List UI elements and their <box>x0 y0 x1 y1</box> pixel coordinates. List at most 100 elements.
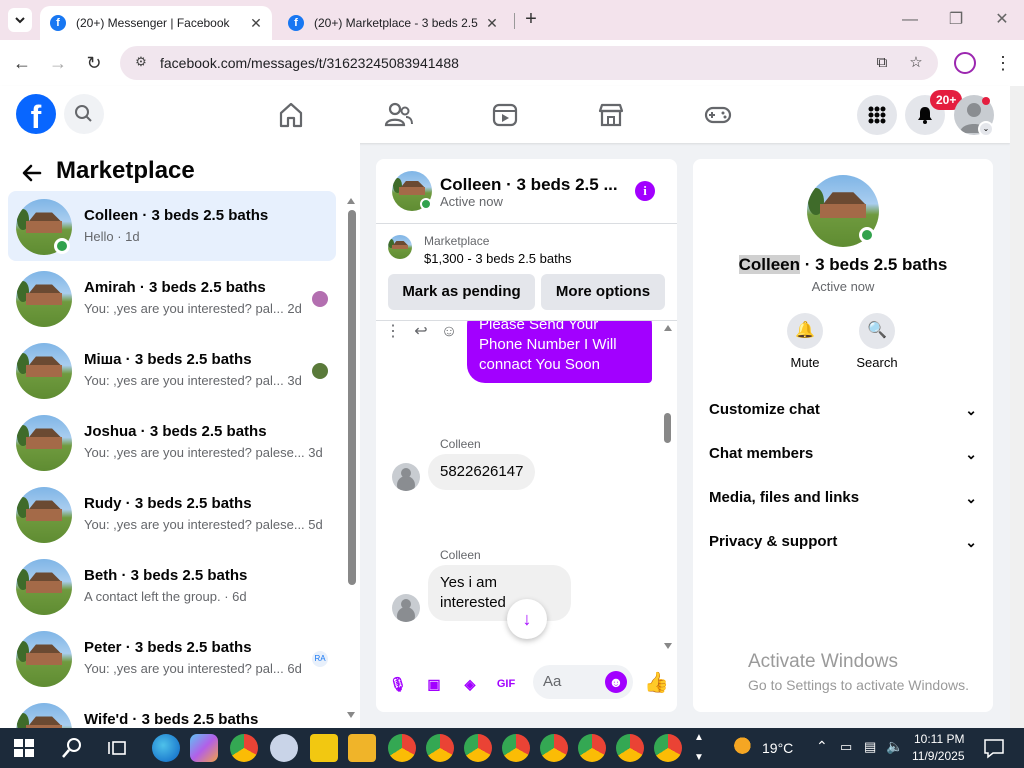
clock-date[interactable]: 11/9/2025 <box>912 749 965 763</box>
message-scrollbar[interactable] <box>664 325 674 649</box>
network-icon[interactable]: ▤ <box>864 739 876 755</box>
page-scrollbar[interactable] <box>1010 86 1024 728</box>
minimize-button[interactable]: — <box>896 8 924 32</box>
gif-icon[interactable]: GIF <box>495 673 517 695</box>
gaming-icon[interactable] <box>701 98 735 132</box>
scrollbar-thumb[interactable] <box>664 413 671 443</box>
weather-temp[interactable]: 19°C <box>762 740 793 756</box>
emoji-icon[interactable]: ☻ <box>605 671 627 693</box>
chrome-profile-icon[interactable] <box>388 734 416 762</box>
search-icon[interactable] <box>58 734 86 762</box>
conversation-name: Міша · 3 beds 2.5 baths <box>84 351 252 368</box>
weather-icon[interactable] <box>728 736 752 760</box>
tab-search-button[interactable] <box>8 8 32 32</box>
chrome-profile-icon[interactable] <box>426 734 454 762</box>
windows-start-icon[interactable] <box>10 734 38 762</box>
conversation-item[interactable]: Joshua · 3 beds 2.5 baths You: ,yes are … <box>8 407 336 477</box>
listing-thumbnail[interactable] <box>388 235 412 259</box>
new-tab-button[interactable]: + <box>520 8 542 32</box>
react-icon[interactable]: ☺ <box>440 323 458 341</box>
tab-close-icon[interactable]: ✕ <box>246 15 266 32</box>
chrome-profile-icon[interactable] <box>616 734 644 762</box>
bookmark-star-icon[interactable]: ☆ <box>904 51 928 75</box>
conversation-item[interactable]: Beth · 3 beds 2.5 baths A contact left t… <box>8 551 336 621</box>
copilot-icon[interactable] <box>190 734 218 762</box>
volume-icon[interactable]: 🔈 <box>886 738 903 755</box>
back-arrow-icon[interactable] <box>20 161 44 185</box>
conversation-item[interactable]: Amirah · 3 beds 2.5 baths You: ,yes are … <box>8 263 336 333</box>
reload-button[interactable]: ↻ <box>81 50 107 76</box>
scrollbar-thumb[interactable] <box>348 210 356 585</box>
conversation-item[interactable]: Colleen · 3 beds 2.5 baths Hello · 1d <box>8 191 336 261</box>
file-explorer-icon[interactable] <box>348 734 376 762</box>
incoming-message[interactable]: 5822626147 <box>428 454 536 490</box>
watch-icon[interactable] <box>488 98 522 132</box>
chrome-profile-icon[interactable] <box>502 734 530 762</box>
marketplace-icon[interactable] <box>594 98 628 132</box>
sticker-icon[interactable]: ◈ <box>459 673 481 695</box>
edge-icon[interactable] <box>152 734 180 762</box>
search-button[interactable] <box>64 94 104 134</box>
url-text[interactable]: facebook.com/messages/t/3162324508394148… <box>160 55 870 71</box>
conversation-item[interactable]: Міша · 3 beds 2.5 baths You: ,yes are yo… <box>8 335 336 405</box>
mark-as-pending-button[interactable]: Mark as pending <box>388 274 535 310</box>
tab-close-icon[interactable]: ✕ <box>482 15 502 32</box>
clock-time[interactable]: 10:11 PM <box>914 732 964 746</box>
chrome-profile-icon[interactable] <box>654 734 682 762</box>
scroll-up-arrow[interactable] <box>347 198 355 204</box>
tab-marketplace[interactable]: f (20+) Marketplace - 3 beds 2.5 ✕ <box>278 6 508 40</box>
sticky-notes-icon[interactable] <box>310 734 338 762</box>
scroll-to-bottom-button[interactable]: ↓ <box>507 599 547 639</box>
more-icon[interactable]: ⋮ <box>384 323 402 341</box>
friends-icon[interactable] <box>381 98 415 132</box>
facebook-logo-icon[interactable]: f <box>16 94 56 135</box>
restore-button[interactable]: ❐ <box>942 8 970 32</box>
paint-icon[interactable] <box>270 734 298 762</box>
microphone-icon[interactable]: 🎙 <box>387 673 409 695</box>
install-app-icon[interactable]: ⧉ <box>870 51 894 75</box>
chrome-icon[interactable] <box>230 734 258 762</box>
back-button[interactable]: ← <box>9 50 35 76</box>
chrome-profile-icon[interactable] <box>578 734 606 762</box>
account-chevron-icon[interactable]: ⌄ <box>978 121 994 137</box>
home-icon[interactable] <box>274 98 308 132</box>
chrome-profile-icon[interactable] <box>464 734 492 762</box>
conversation-item[interactable]: Peter · 3 beds 2.5 baths You: ,yes are y… <box>8 623 336 693</box>
scroll-down-arrow[interactable] <box>664 643 672 649</box>
taskbar-overflow-down-icon[interactable]: ▼ <box>694 752 704 763</box>
conversation-list-scrollbar[interactable] <box>347 198 356 718</box>
taskbar-overflow-up-icon[interactable]: ▲ <box>694 732 704 743</box>
thumbs-up-icon[interactable]: 👍 <box>644 671 669 695</box>
task-view-icon[interactable] <box>104 734 132 762</box>
privacy-support-section[interactable]: Privacy & support ⌄ <box>709 527 979 557</box>
forward-button[interactable]: → <box>45 50 71 76</box>
media-files-links-section[interactable]: Media, files and links ⌄ <box>709 483 979 513</box>
conversation-item[interactable]: Wife'd · 3 beds 2.5 baths <box>8 695 336 728</box>
chrome-profile-icon[interactable] <box>540 734 568 762</box>
tab-messenger[interactable]: f (20+) Messenger | Facebook ✕ <box>40 6 272 40</box>
site-settings-icon[interactable]: ⚙ <box>132 54 150 72</box>
incoming-message[interactable]: Yes i am interested <box>428 565 571 621</box>
customize-chat-section[interactable]: Customize chat ⌄ <box>709 395 979 425</box>
menu-button[interactable] <box>857 95 897 135</box>
info-icon[interactable]: i <box>635 181 655 201</box>
listing-title[interactable]: $1,300 - 3 beds 2.5 baths <box>424 251 571 266</box>
meet-icon[interactable]: ▭ <box>840 739 852 755</box>
outgoing-message[interactable]: Please Send Your Phone Number I Will con… <box>467 321 652 383</box>
tray-chevron-icon[interactable]: ⌃ <box>816 738 828 755</box>
conversation-item[interactable]: Rudy · 3 beds 2.5 baths You: ,yes are yo… <box>8 479 336 549</box>
chat-members-section[interactable]: Chat members ⌄ <box>709 439 979 469</box>
address-bar[interactable]: ⚙ facebook.com/messages/t/31623245083941… <box>120 46 938 80</box>
notification-center-icon[interactable] <box>980 734 1008 762</box>
scroll-down-arrow[interactable] <box>347 712 355 718</box>
more-options-button[interactable]: More options <box>541 274 665 310</box>
profile-icon[interactable] <box>954 52 976 74</box>
browser-menu-icon[interactable]: ⋮ <box>994 50 1012 76</box>
scroll-up-arrow[interactable] <box>664 325 672 331</box>
mute-button[interactable]: 🔔 Mute <box>775 313 835 370</box>
reply-icon[interactable]: ↩ <box>412 323 430 341</box>
close-window-button[interactable]: ✕ <box>988 8 1016 32</box>
search-in-chat-button[interactable]: 🔍 Search <box>847 313 907 370</box>
photo-icon[interactable]: ▣ <box>423 673 445 695</box>
chat-title[interactable]: Colleen · 3 beds 2.5 ... <box>440 175 618 195</box>
